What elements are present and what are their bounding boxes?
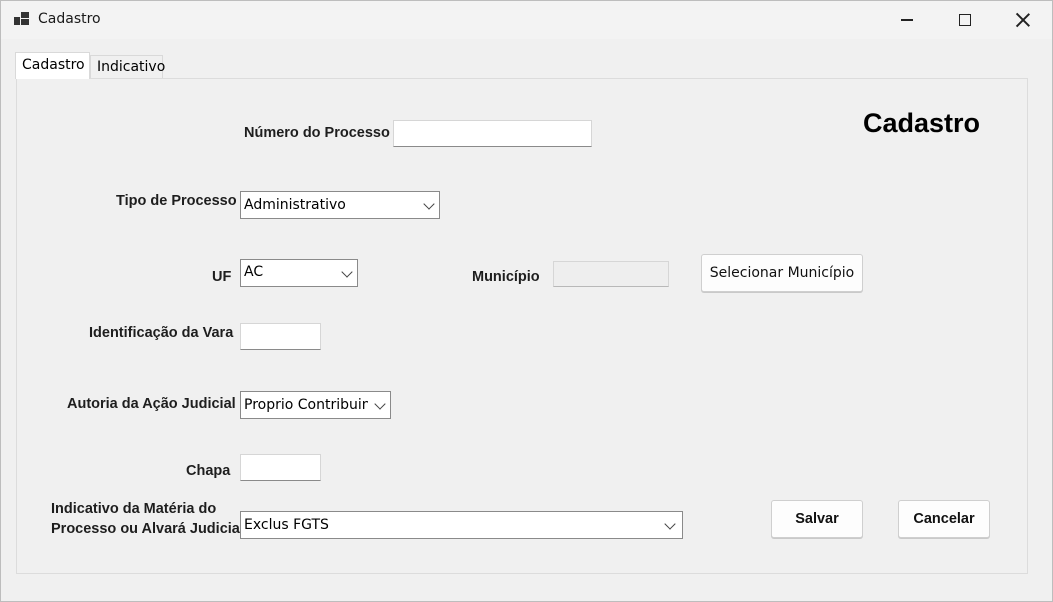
maximize-icon — [959, 14, 971, 26]
tab-indicativo[interactable]: Indicativo — [90, 55, 165, 79]
numero-processo-input[interactable] — [393, 120, 592, 147]
chevron-down-icon — [341, 266, 353, 278]
tab-cadastro[interactable]: Cadastro — [15, 52, 90, 79]
title-bar[interactable]: Cadastro — [1, 1, 1052, 39]
uf-value: AC — [244, 264, 264, 280]
page-title: Cadastro — [863, 108, 981, 138]
municipio-label: Município — [472, 269, 540, 285]
autoria-value: Proprio Contribuinte — [244, 397, 368, 413]
numero-processo-label: Número do Processo — [244, 125, 390, 141]
uf-select[interactable]: AC — [240, 259, 358, 287]
main-window: Cadastro Cadastro Indicativo Cadastro Nú… — [0, 0, 1053, 602]
indicativo-label-line2: Processo ou Alvará Judicial — [51, 521, 244, 537]
identificacao-vara-label: Identificação da Vara — [89, 325, 234, 341]
close-button[interactable] — [1000, 1, 1046, 39]
municipio-input — [553, 261, 669, 287]
tipo-processo-select[interactable]: Administrativo — [240, 191, 440, 219]
window-title: Cadastro — [38, 11, 101, 27]
uf-label: UF — [212, 269, 232, 285]
chapa-label: Chapa — [186, 463, 231, 479]
chapa-input[interactable] — [240, 454, 321, 481]
tipo-processo-value: Administrativo — [244, 197, 346, 213]
autoria-label: Autoria da Ação Judicial — [67, 396, 236, 412]
maximize-button[interactable] — [942, 1, 988, 39]
close-icon — [1016, 13, 1030, 27]
indicativo-value: Exclus FGTS — [244, 517, 329, 533]
indicativo-select[interactable]: Exclus FGTS — [240, 511, 683, 539]
save-button[interactable]: Salvar — [771, 500, 863, 538]
selecionar-municipio-button[interactable]: Selecionar Município — [701, 254, 863, 292]
chevron-down-icon — [664, 518, 676, 530]
cancel-button[interactable]: Cancelar — [898, 500, 990, 538]
app-window-icon — [14, 12, 30, 26]
chevron-down-icon — [374, 398, 386, 410]
minimize-button[interactable] — [884, 1, 930, 39]
autoria-select[interactable]: Proprio Contribuinte — [240, 391, 391, 419]
tipo-processo-label: Tipo de Processo — [116, 193, 237, 209]
minimize-icon — [901, 19, 913, 21]
indicativo-label-line1: Indicativo da Matéria do — [51, 501, 217, 517]
identificacao-vara-input[interactable] — [240, 323, 321, 350]
chevron-down-icon — [423, 198, 435, 210]
